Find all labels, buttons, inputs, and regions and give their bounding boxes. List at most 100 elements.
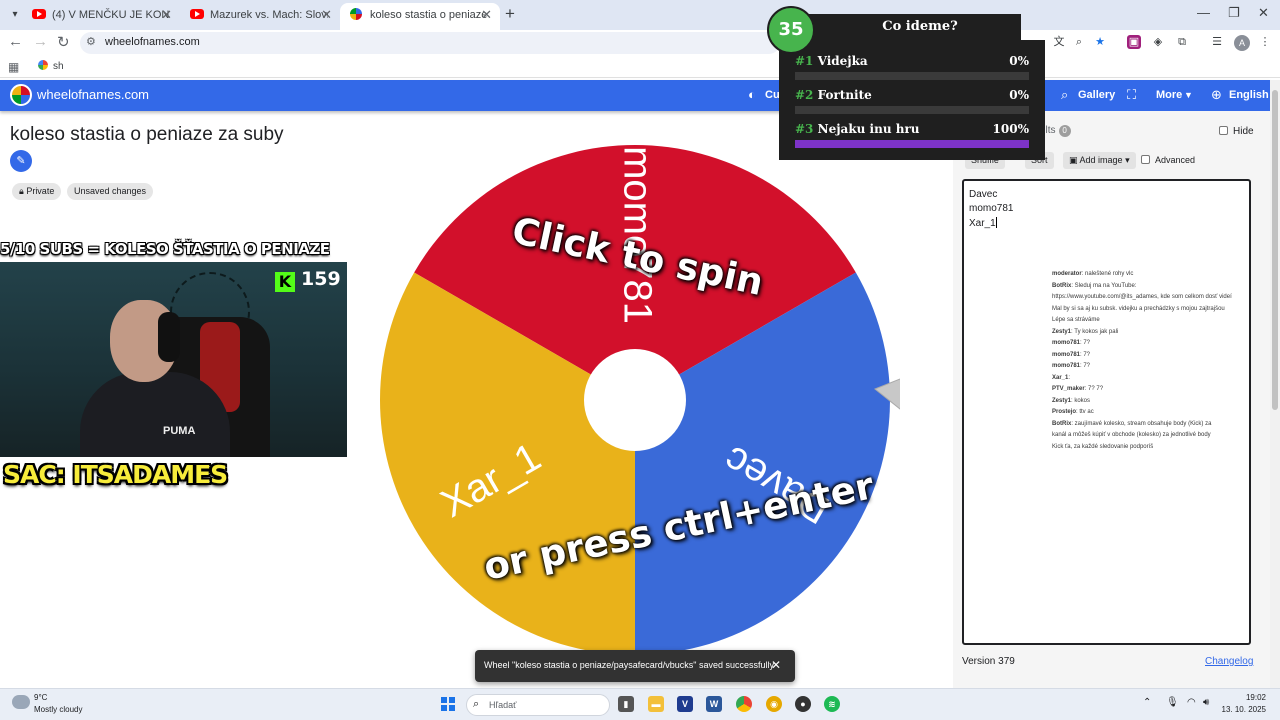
profile-avatar[interactable]: A xyxy=(1234,35,1250,51)
weather-desc[interactable]: Mostly cloudy xyxy=(34,705,82,714)
chat-line: Prostejo: ttv ac xyxy=(1052,407,1267,419)
chat-username: Xar_1 xyxy=(1052,374,1069,381)
obs-icon[interactable]: ● xyxy=(795,696,811,712)
browser-tab-1[interactable]: (4) V MENČKU JE KONEČNE 1 ✕ xyxy=(22,3,180,30)
extensions-puzzle-icon[interactable]: ⧉ xyxy=(1175,35,1189,49)
file-explorer-icon[interactable]: ▬ xyxy=(648,696,664,712)
microphone-icon[interactable]: 🎙︎ xyxy=(1166,697,1179,708)
address-bar[interactable]: ⚙ wheelofnames.com xyxy=(80,32,780,54)
chat-line: kanál a môžeš kúpiť v obchode (kolesko) … xyxy=(1052,430,1267,442)
clock-date[interactable]: 13. 10. 2025 xyxy=(1218,705,1266,714)
zoom-icon[interactable]: ⌕ xyxy=(1072,35,1086,49)
google-icon xyxy=(38,60,48,70)
windows-start-icon[interactable] xyxy=(441,697,455,711)
tab-close-icon[interactable]: ✕ xyxy=(161,3,172,27)
forward-arrow-icon[interactable]: → xyxy=(33,33,48,50)
poll-rank: #1 xyxy=(795,54,814,68)
maximize-icon[interactable]: ❐ xyxy=(1228,5,1240,21)
checkbox-box[interactable] xyxy=(1141,155,1150,164)
advanced-checkbox[interactable]: Advanced xyxy=(1141,155,1195,165)
audio-app-icon[interactable]: ◉ xyxy=(766,696,782,712)
language-menu[interactable]: English xyxy=(1229,89,1269,101)
edit-pencil-icon[interactable]: ✎ xyxy=(10,150,32,172)
wheel-svg[interactable]: momo781DavecXar_1 xyxy=(370,140,900,670)
apps-grid-icon[interactable]: ▦ xyxy=(8,60,19,74)
spotify-icon[interactable]: ≋ xyxy=(824,696,840,712)
unsaved-label: Unsaved changes xyxy=(74,186,147,196)
wheel-favicon-icon xyxy=(350,8,362,20)
site-info-icon[interactable]: ⚙ xyxy=(86,35,96,48)
bookmark-label: sh xyxy=(53,61,64,72)
private-chip[interactable]: 🔒︎ Private xyxy=(12,183,62,200)
browser-tab-active[interactable]: koleso stastia o peniaze za sub ✕ xyxy=(340,3,500,30)
extension-2-icon[interactable]: ◈ xyxy=(1151,35,1165,49)
weather-temp[interactable]: 9°C xyxy=(34,693,47,702)
poll-body: #1 Videjka 0% #2 Fortnite 0% #3 Nejaku i… xyxy=(779,40,1045,160)
scrollbar-thumb[interactable] xyxy=(1272,90,1278,410)
spin-wheel[interactable]: momo781 Davec Xar_1 Click to spin or press… xyxy=(370,140,900,670)
poll-option: #1 Videjka 0% xyxy=(795,54,1029,84)
extension-icon[interactable]: ▣ xyxy=(1127,35,1141,49)
browser-menu-icon[interactable]: ⋮ xyxy=(1258,35,1272,49)
tab-close-icon[interactable]: ✕ xyxy=(321,3,332,27)
chat-line: momo781: 7? xyxy=(1052,350,1267,362)
back-arrow-icon[interactable]: ← xyxy=(8,33,23,50)
text-caret xyxy=(995,217,997,228)
app-v-icon[interactable]: V xyxy=(677,696,693,712)
chat-line: https://www.youtube.com/@its_adames, kde… xyxy=(1052,292,1267,304)
version-label: Version 379 xyxy=(962,656,1015,667)
palette-icon[interactable]: ◐ xyxy=(748,87,756,102)
gallery-link[interactable]: Gallery xyxy=(1078,89,1115,101)
hide-checkbox[interactable]: Hide xyxy=(1219,126,1254,137)
streamer-body xyxy=(80,372,230,457)
globe-icon[interactable]: ⊕ xyxy=(1211,87,1222,103)
minimize-icon[interactable]: — xyxy=(1197,5,1210,20)
more-menu[interactable]: More xyxy=(1156,89,1182,101)
reload-icon[interactable]: ↻ xyxy=(57,33,70,51)
wifi-icon[interactable]: ◠ xyxy=(1187,697,1196,708)
bookmark-item[interactable]: sh xyxy=(38,60,64,72)
translate-icon[interactable]: 文 xyxy=(1052,35,1066,49)
chat-username: Zesty1 xyxy=(1052,328,1072,335)
bookmark-star-icon[interactable]: ★ xyxy=(1093,35,1107,49)
chat-message: : 7? xyxy=(1080,340,1091,346)
reading-list-icon[interactable]: ☰ xyxy=(1210,35,1224,49)
browser-tab-2[interactable]: Mazurek vs. Mach: Slovná prest ✕ xyxy=(180,3,340,30)
new-tab-button[interactable]: + xyxy=(505,4,515,24)
chat-line: PTV_maker: 7? 7? xyxy=(1052,384,1267,396)
close-window-icon[interactable]: ✕ xyxy=(1258,5,1269,21)
tab-close-icon[interactable]: ✕ xyxy=(481,3,492,27)
changelog-link[interactable]: Changelog xyxy=(1205,656,1253,667)
fullscreen-icon[interactable]: ⛶ xyxy=(1127,87,1136,103)
search-placeholder: Hľadať xyxy=(489,700,517,710)
word-icon[interactable]: W xyxy=(706,696,722,712)
chat-message: : Sleduj ma na YouTube: xyxy=(1071,282,1137,289)
chat-message: : Ty kokos jak pali xyxy=(1071,328,1119,335)
hide-label: Hide xyxy=(1233,126,1254,137)
search-icon: ⌕ xyxy=(473,698,480,710)
chrome-icon[interactable] xyxy=(736,696,752,712)
customize-link[interactable]: Cu xyxy=(765,89,780,101)
tray-chevron-icon[interactable]: ⌃ xyxy=(1143,697,1151,708)
page-scrollbar[interactable] xyxy=(1270,80,1280,688)
kick-logo-icon: K xyxy=(275,272,295,292)
chat-message: https://www.youtube.com/@its_adames, kde… xyxy=(1052,294,1232,300)
entries-textarea[interactable]: Davec momo781 Xar_1 moderator: naleštené… xyxy=(962,179,1251,645)
clock-time[interactable]: 19:02 xyxy=(1218,693,1266,702)
site-name[interactable]: wheelofnames.com xyxy=(37,87,149,102)
sac-overlay: SAC: ITSADAMES xyxy=(3,460,228,489)
cloud-icon[interactable] xyxy=(12,695,30,709)
volume-icon[interactable]: 🔊︎ xyxy=(1203,697,1209,708)
chat-message: : kokos xyxy=(1071,397,1091,404)
add-image-button[interactable]: ▣ Add image ▾ xyxy=(1063,152,1136,169)
chat-message: Lépe sa stráváme xyxy=(1052,317,1100,323)
taskbar-search[interactable]: ⌕ Hľadať xyxy=(466,694,610,716)
wheel-center[interactable] xyxy=(584,349,686,451)
task-view-icon[interactable]: ▮ xyxy=(618,696,634,712)
chevron-down-icon: ▾ xyxy=(1125,155,1130,165)
search-icon[interactable]: ⌕ xyxy=(1061,87,1068,103)
poll-widget: Co ideme? #1 Videjka 0% #2 Fortnite 0% #… xyxy=(767,6,1045,160)
checkbox-box[interactable] xyxy=(1219,126,1228,135)
site-logo-icon[interactable] xyxy=(10,84,32,106)
toast-close-icon[interactable]: ✕ xyxy=(771,658,781,672)
